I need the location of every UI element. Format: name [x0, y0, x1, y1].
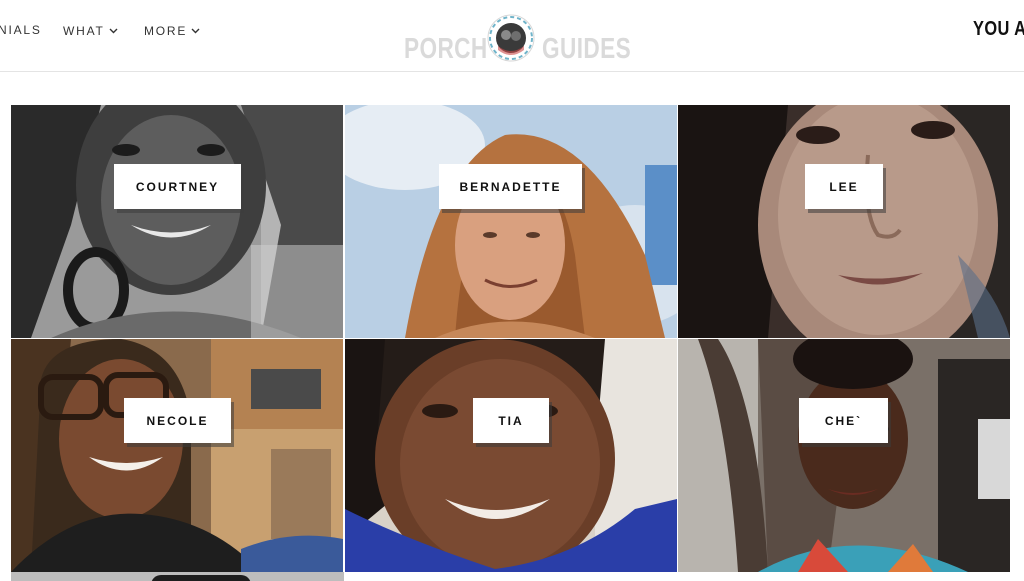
guide-name-text: CHE`: [824, 413, 863, 428]
nav-item-label: NIALS: [0, 23, 42, 37]
guide-name-text: BERNADETTE: [459, 179, 562, 194]
guide-photo: [345, 105, 677, 338]
guide-name-text: NECOLE: [146, 413, 209, 428]
guide-photo: [678, 339, 1010, 572]
nav-item-testimonials[interactable]: NIALS: [0, 21, 42, 39]
photo-fragment: [151, 575, 251, 581]
guide-photo: [11, 339, 343, 572]
guide-name-text: COURTNEY: [135, 179, 220, 194]
logo-word-right: GUIDES: [542, 33, 632, 65]
guide-name-label: NECOLE: [124, 398, 231, 443]
nav-item-label: WHAT: [63, 24, 105, 38]
guide-name-label: COURTNEY: [114, 164, 241, 209]
guide-name-label: LEE: [805, 164, 883, 209]
nav-item-what[interactable]: WHAT: [63, 21, 118, 39]
chevron-down-icon: [109, 21, 118, 39]
guide-name-label: TIA: [473, 398, 549, 443]
guide-photo: [678, 105, 1010, 338]
guide-name-label: CHE`: [799, 398, 888, 443]
logo-word-left: PORCH: [404, 33, 488, 65]
guide-tile[interactable]: NECOLE: [11, 339, 343, 572]
nav-item-label: MORE: [144, 24, 188, 38]
guide-tile[interactable]: CHE`: [678, 339, 1010, 572]
next-row-photo-peek: [11, 572, 344, 581]
header-cta-text: YOU AR: [973, 18, 1024, 40]
guide-name-text: TIA: [498, 413, 524, 428]
guide-name-text: LEE: [829, 179, 859, 194]
guide-tile[interactable]: TIA: [345, 339, 677, 572]
guide-photo: [345, 339, 677, 572]
guide-name-label: BERNADETTE: [439, 164, 582, 209]
nav-item-more[interactable]: MORE: [144, 21, 200, 39]
guide-tile[interactable]: COURTNEY: [11, 105, 343, 338]
chevron-down-icon: [191, 21, 200, 39]
guide-tile[interactable]: BERNADETTE: [345, 105, 677, 338]
guides-grid: COURTNEY BERNADETTE LEE NECOLE TIA CHE`: [11, 105, 1010, 581]
guide-photo: [11, 105, 343, 338]
site-header: NIALS WHAT MORE PORCH GUIDES YOU AR: [0, 0, 1024, 72]
guide-tile[interactable]: LEE: [678, 105, 1010, 338]
logo-emblem-icon: [487, 14, 535, 62]
